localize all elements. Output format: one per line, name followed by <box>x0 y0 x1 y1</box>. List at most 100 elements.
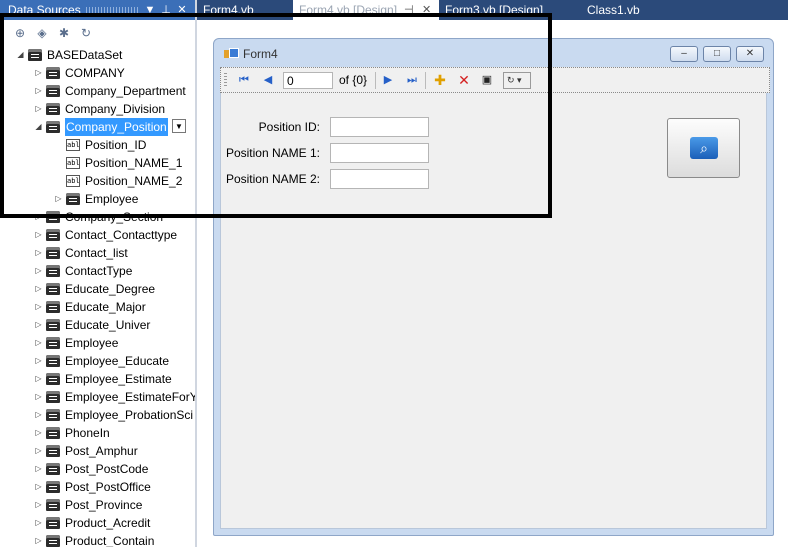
tree-item[interactable]: ▷ Employee_Estimate <box>0 370 195 388</box>
expand-arrow-icon[interactable]: ▷ <box>34 64 43 82</box>
chevron-down-icon[interactable]: ▼ <box>172 119 186 133</box>
tree-item[interactable]: abl Position_NAME_2 <box>0 172 195 190</box>
tree-item[interactable]: ▷ Company_Department <box>0 82 195 100</box>
textbox-field-icon: abl <box>66 139 80 151</box>
expand-arrow-icon[interactable]: ▷ <box>34 262 43 280</box>
tree-item[interactable]: ◢ Company_Position ▼ <box>0 117 195 137</box>
expand-arrow-icon[interactable]: ▷ <box>34 100 43 118</box>
tab-form4-design[interactable]: Form4.vb [Design] ⊣ ✕ <box>293 0 439 20</box>
collapse-arrow-icon[interactable]: ◢ <box>16 46 25 64</box>
minimize-icon[interactable]: – <box>670 46 698 62</box>
tab-label: Form3.vb [Design] <box>445 3 544 17</box>
add-data-source-icon[interactable]: ⊕ <box>12 25 28 41</box>
tree-item[interactable]: ▷ Post_PostOffice <box>0 478 195 496</box>
save-icon[interactable]: ▣ <box>478 72 496 88</box>
tree-item-label: ContactType <box>65 264 133 278</box>
dataset-icon <box>28 49 42 61</box>
tree-item[interactable]: ▷ Employee_ProbationSci <box>0 406 195 424</box>
maximize-icon[interactable]: □ <box>703 46 731 62</box>
tab-form3-design[interactable]: Form3.vb [Design] <box>439 0 575 20</box>
expand-arrow-icon[interactable]: ▷ <box>34 280 43 298</box>
tree-item[interactable]: ▷ Product_Acredit <box>0 514 195 532</box>
tree-item-label: Post_Province <box>65 498 143 512</box>
expand-arrow-icon[interactable]: ▷ <box>34 370 43 388</box>
expand-arrow-icon[interactable]: ▷ <box>34 208 43 226</box>
tree-item[interactable]: ▷ Post_PostCode <box>0 460 195 478</box>
position-id-input[interactable] <box>330 117 429 137</box>
binding-navigator[interactable]: ⏮ ◀ 0 of {0} ▶ ⏭ ✚ ✕ ▣ ↻ ▾ <box>220 67 770 93</box>
delete-icon[interactable]: ✕ <box>455 72 473 88</box>
configure-dataset-icon[interactable]: ✱ <box>56 25 72 41</box>
title-grip[interactable] <box>86 7 140 13</box>
expand-arrow-icon[interactable]: ▷ <box>34 424 43 442</box>
tree-item[interactable]: ▷ Educate_Degree <box>0 280 195 298</box>
expand-arrow-icon[interactable]: ▷ <box>34 514 43 532</box>
tab-form4-vb[interactable]: Form4.vb <box>197 0 293 20</box>
tree-item-label: Employee_Educate <box>65 354 170 368</box>
toolstrip-dropdown[interactable]: ↻ ▾ <box>503 72 531 89</box>
tree-item[interactable]: abl Position_NAME_1 <box>0 154 195 172</box>
expand-arrow-icon[interactable]: ▷ <box>34 460 43 478</box>
expand-arrow-icon[interactable]: ▷ <box>34 496 43 514</box>
form-window[interactable]: Form4 – □ ✕ ⏮ ◀ 0 of {0} ▶ ⏭ ✚ ✕ ▣ ↻ ▾ <box>213 38 774 536</box>
pin-icon[interactable]: ⊥ <box>159 0 173 20</box>
position-name-2-input[interactable] <box>330 169 429 189</box>
tree-item[interactable]: ▷ Product_Contain <box>0 532 195 547</box>
expand-arrow-icon[interactable]: ▷ <box>54 190 63 208</box>
tree-item-label: Employee_EstimateForY <box>65 390 195 404</box>
move-previous-icon[interactable]: ◀ <box>259 72 277 88</box>
close-icon[interactable]: ✕ <box>422 0 431 20</box>
form-title-bar[interactable]: Form4 – □ ✕ <box>214 39 773 67</box>
tree-item[interactable]: ▷ Company_Section <box>0 208 195 226</box>
expand-arrow-icon[interactable]: ▷ <box>34 82 43 100</box>
tree-item[interactable]: ▷ ContactType <box>0 262 195 280</box>
tree-item[interactable]: ▷ Post_Province <box>0 496 195 514</box>
tree-item[interactable]: ▷ PhoneIn <box>0 424 195 442</box>
expand-arrow-icon[interactable]: ▷ <box>34 478 43 496</box>
tree-item[interactable]: ▷ Employee_EstimateForY <box>0 388 195 406</box>
expand-arrow-icon[interactable]: ▷ <box>34 532 43 547</box>
move-last-icon[interactable]: ⏭ <box>403 72 421 88</box>
position-name-1-input[interactable] <box>330 143 429 163</box>
table-icon <box>46 355 60 367</box>
close-icon[interactable]: ✕ <box>736 46 764 62</box>
close-icon[interactable]: ✕ <box>175 0 189 20</box>
position-input[interactable]: 0 <box>283 72 333 89</box>
expand-arrow-icon[interactable]: ▷ <box>34 226 43 244</box>
table-icon <box>46 445 60 457</box>
tree-item[interactable]: ▷ Employee <box>0 334 195 352</box>
table-icon <box>46 67 60 79</box>
tree-item[interactable]: ▷ Educate_Major <box>0 298 195 316</box>
tree-item[interactable]: ▷ Company_Division <box>0 100 195 118</box>
tree-item[interactable]: ▷ Educate_Univer <box>0 316 195 334</box>
tree-item[interactable]: ◢ BASEDataSet <box>0 46 195 64</box>
tree-item[interactable]: ▷ Contact_Contacttype <box>0 226 195 244</box>
tab-class1-vb[interactable]: Class1.vb <box>581 0 681 20</box>
edit-dataset-icon[interactable]: ◈ <box>34 25 50 41</box>
expand-arrow-icon[interactable]: ▷ <box>34 388 43 406</box>
expand-arrow-icon[interactable]: ▷ <box>34 442 43 460</box>
tree-item[interactable]: abl Position_ID <box>0 136 195 154</box>
add-new-icon[interactable]: ✚ <box>431 72 449 88</box>
tree-item[interactable]: ▷ Employee_Educate <box>0 352 195 370</box>
expand-arrow-icon[interactable]: ▷ <box>34 334 43 352</box>
table-icon <box>46 373 60 385</box>
textbox-field-icon: abl <box>66 157 80 169</box>
pin-icon[interactable]: ⊣ <box>404 0 414 20</box>
dropdown-icon[interactable]: ▼ <box>143 0 157 20</box>
expand-arrow-icon[interactable]: ▷ <box>34 352 43 370</box>
move-first-icon[interactable]: ⏮ <box>235 72 253 88</box>
expand-arrow-icon[interactable]: ▷ <box>34 244 43 262</box>
expand-arrow-icon[interactable]: ▷ <box>34 298 43 316</box>
grip-icon[interactable] <box>224 73 227 87</box>
move-next-icon[interactable]: ▶ <box>379 72 397 88</box>
tree-item[interactable]: ▷ Post_Amphur <box>0 442 195 460</box>
tree-item[interactable]: ▷ Employee <box>0 190 195 208</box>
refresh-icon[interactable]: ↻ <box>78 25 94 41</box>
expand-arrow-icon[interactable]: ▷ <box>34 406 43 424</box>
search-button[interactable]: ⌕ <box>667 118 740 178</box>
tree-item[interactable]: ▷ Contact_list <box>0 244 195 262</box>
tree-item[interactable]: ▷ COMPANY <box>0 64 195 82</box>
expand-arrow-icon[interactable]: ▷ <box>34 316 43 334</box>
collapse-arrow-icon[interactable]: ◢ <box>34 118 43 136</box>
